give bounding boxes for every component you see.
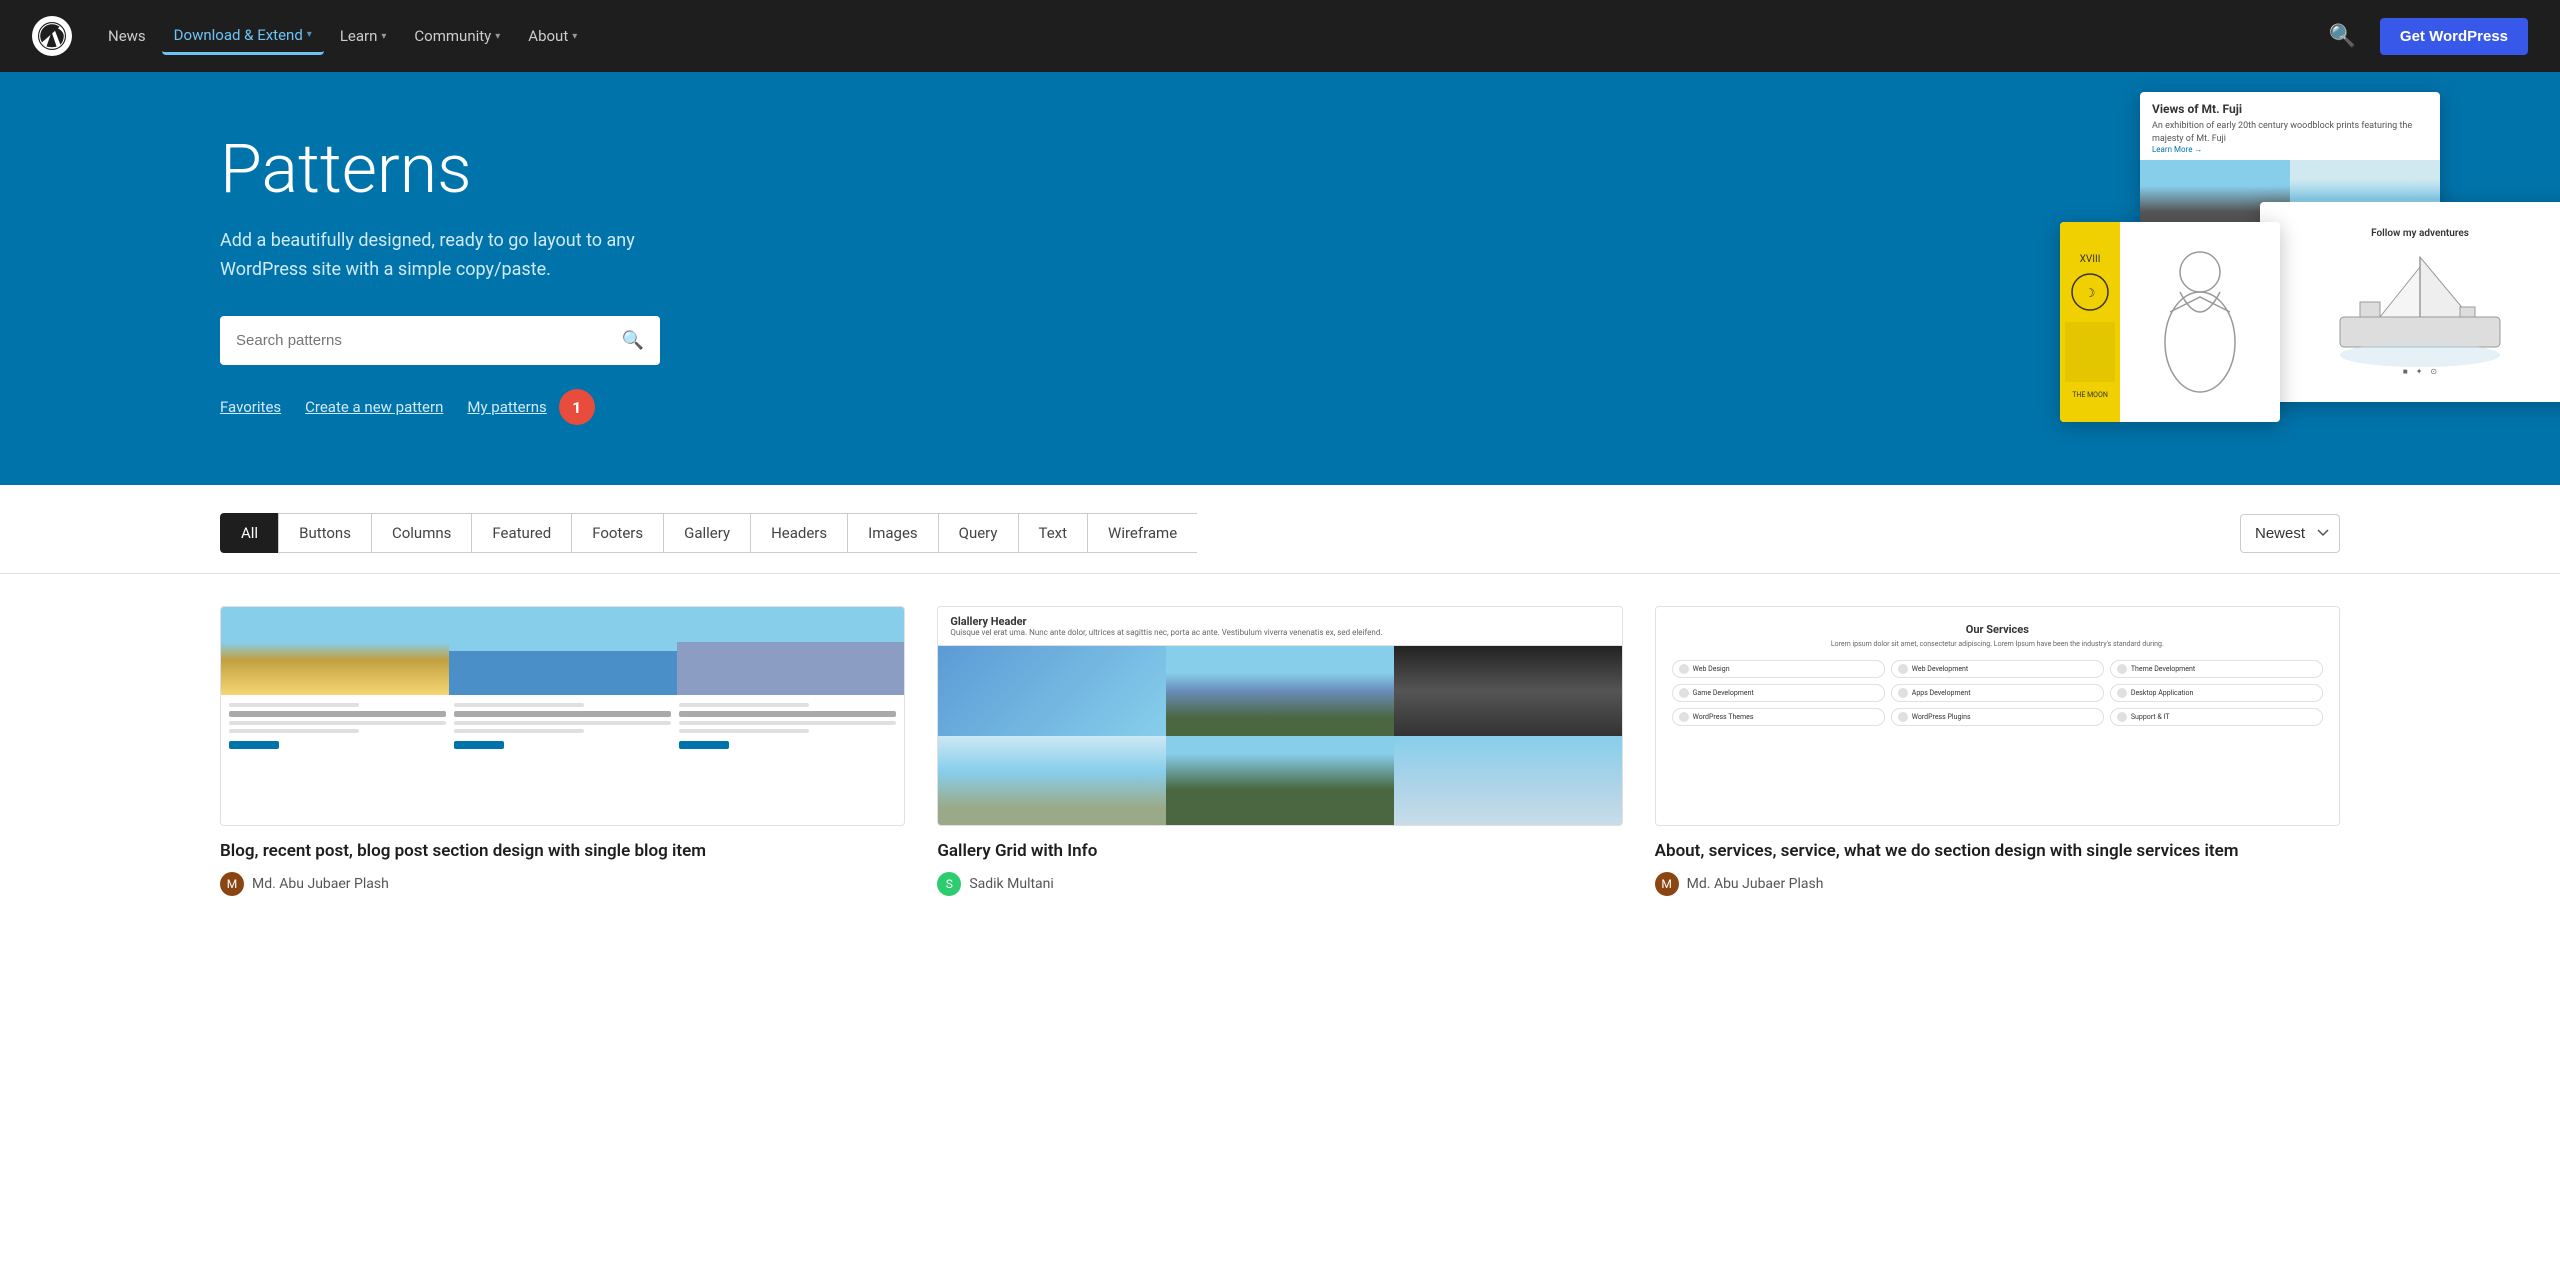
svg-text:☽: ☽ <box>2085 286 2096 300</box>
filter-tab-text[interactable]: Text <box>1018 513 1088 553</box>
cards-section: Blog, recent post, blog post section des… <box>0 574 2560 928</box>
pattern-card-author-blog: M Md. Abu Jubaer Plash <box>220 872 905 896</box>
sort-select[interactable]: Newest Oldest Popular <box>2240 514 2340 553</box>
hero-subtitle: Add a beautifully designed, ready to go … <box>220 227 700 285</box>
author-avatar-gallery: S <box>937 872 961 896</box>
chevron-down-icon: ▾ <box>307 29 312 40</box>
gallery-header-desc: Quisque vel erat uma. Nunc ante dolor, u… <box>950 628 1609 637</box>
filter-tab-buttons[interactable]: Buttons <box>278 513 371 553</box>
author-name-blog: Md. Abu Jubaer Plash <box>252 876 389 892</box>
hero-preview: Views of Mt. Fuji An exhibition of early… <box>2000 92 2560 432</box>
search-bar: 🔍 <box>220 316 660 365</box>
filter-tab-columns[interactable]: Columns <box>371 513 471 553</box>
chevron-down-icon: ▾ <box>381 31 386 42</box>
preview-card-moon: XVIII ☽ THE MOON <box>2060 222 2280 422</box>
preview-card-adventure: Follow my adventures ■ ✦ <box>2260 202 2560 402</box>
filter-tab-wireframe[interactable]: Wireframe <box>1087 513 1197 553</box>
pattern-card-title-services: About, services, service, what we do sec… <box>1655 840 2340 864</box>
author-name-gallery: Sadik Multani <box>969 876 1053 892</box>
service-item-themedev: Theme Development <box>2110 660 2323 678</box>
svg-text:THE MOON: THE MOON <box>2072 391 2108 399</box>
favorites-link[interactable]: Favorites <box>220 398 281 416</box>
pattern-card-img-gallery: Glallery Header Quisque vel erat uma. Nu… <box>937 606 1622 826</box>
main-nav: News Download & Extend ▾ Learn ▾ Communi… <box>0 0 2560 72</box>
service-item-appsdev: Apps Development <box>1891 684 2104 702</box>
search-submit-button[interactable]: 🔍 <box>606 316 660 365</box>
nav-community[interactable]: Community ▾ <box>402 19 512 53</box>
get-wordpress-button[interactable]: Get WordPress <box>2380 18 2528 55</box>
filter-tab-headers[interactable]: Headers <box>750 513 847 553</box>
author-avatar-blog: M <box>220 872 244 896</box>
service-item-webdev: Web Development <box>1891 660 2104 678</box>
filter-tab-query[interactable]: Query <box>938 513 1018 553</box>
hero-content: Patterns Add a beautifully designed, rea… <box>0 132 700 425</box>
filter-tab-all[interactable]: All <box>220 513 278 553</box>
service-item-wpthemes: WordPress Themes <box>1672 708 1885 726</box>
filters-section: All Buttons Columns Featured Footers Gal… <box>0 485 2560 574</box>
hero-section: Patterns Add a beautifully designed, rea… <box>0 72 2560 485</box>
pattern-card-title-blog: Blog, recent post, blog post section des… <box>220 840 905 864</box>
gallery-header-title: Glallery Header <box>950 615 1609 628</box>
service-item-desktopapp: Desktop Application <box>2110 684 2323 702</box>
nav-news[interactable]: News <box>96 19 158 53</box>
author-name-services: Md. Abu Jubaer Plash <box>1687 876 1824 892</box>
chevron-down-icon: ▾ <box>495 31 500 42</box>
nav-download-extend[interactable]: Download & Extend ▾ <box>162 18 324 55</box>
my-patterns-link[interactable]: My patterns <box>467 398 546 416</box>
service-item-support: Support & IT <box>2110 708 2323 726</box>
pattern-card-services[interactable]: Our Services Lorem ipsum dolor sit amet,… <box>1655 606 2340 896</box>
pattern-card-author-gallery: S Sadik Multani <box>937 872 1622 896</box>
pattern-card-img-services: Our Services Lorem ipsum dolor sit amet,… <box>1655 606 2340 826</box>
create-pattern-link[interactable]: Create a new pattern <box>305 398 443 416</box>
service-item-gamedev: Game Development <box>1672 684 1885 702</box>
services-grid: Web Design Web Development Theme Develop… <box>1672 660 2323 726</box>
nav-learn[interactable]: Learn ▾ <box>328 19 399 53</box>
pattern-card-gallery[interactable]: Glallery Header Quisque vel erat uma. Nu… <box>937 606 1622 896</box>
author-avatar-services: M <box>1655 872 1679 896</box>
svg-text:XVIII: XVIII <box>2080 254 2101 265</box>
services-title: Our Services <box>1672 623 2323 636</box>
nav-about[interactable]: About ▾ <box>516 19 589 53</box>
filters-right: Newest Oldest Popular <box>2240 514 2340 553</box>
service-item-webdesign: Web Design <box>1672 660 1885 678</box>
filter-tab-gallery[interactable]: Gallery <box>663 513 750 553</box>
page-title: Patterns <box>220 132 700 207</box>
service-item-wpplugins: WordPress Plugins <box>1891 708 2104 726</box>
nav-links: News Download & Extend ▾ Learn ▾ Communi… <box>96 18 2321 55</box>
pattern-card-img-blog <box>220 606 905 826</box>
hero-links: Favorites Create a new pattern My patter… <box>220 389 700 425</box>
nav-right: 🔍 Get WordPress <box>2321 15 2529 57</box>
pattern-card-author-services: M Md. Abu Jubaer Plash <box>1655 872 2340 896</box>
filters-row: All Buttons Columns Featured Footers Gal… <box>220 513 2340 553</box>
cards-grid: Blog, recent post, blog post section des… <box>220 606 2340 896</box>
search-input[interactable] <box>220 318 606 363</box>
filter-tab-images[interactable]: Images <box>847 513 938 553</box>
notification-badge: 1 <box>559 389 595 425</box>
filter-tab-featured[interactable]: Featured <box>471 513 571 553</box>
wordpress-logo[interactable] <box>32 16 72 56</box>
pattern-card-title-gallery: Gallery Grid with Info <box>937 840 1622 864</box>
chevron-down-icon: ▾ <box>572 31 577 42</box>
filter-tab-footers[interactable]: Footers <box>571 513 663 553</box>
search-button[interactable]: 🔍 <box>2321 15 2364 57</box>
pattern-card-blog[interactable]: Blog, recent post, blog post section des… <box>220 606 905 896</box>
